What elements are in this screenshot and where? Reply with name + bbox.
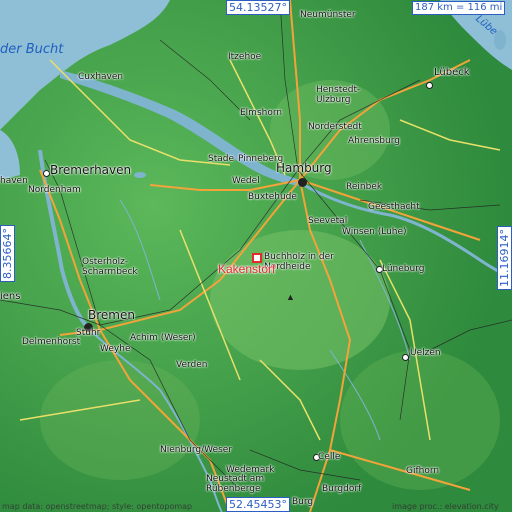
image-proc-credit: image proc.: elevation.city xyxy=(392,502,499,511)
right-longitude-label: 11.16914° xyxy=(497,226,512,290)
place-bremen-west: iens xyxy=(0,291,21,302)
place-seevetal: Seevetal xyxy=(308,216,348,226)
place-bremen: Bremen xyxy=(88,308,135,322)
place-stade: Stade xyxy=(208,154,235,164)
scale-bar-label: 187 km = 116 mi xyxy=(412,1,506,15)
place-winsen: Winsen (Luhe) xyxy=(342,227,407,237)
hamburg-dot xyxy=(298,178,307,187)
peak-icon: ▲ xyxy=(286,292,295,302)
place-elmshorn: Elmshorn xyxy=(240,108,283,118)
place-weyhe: Weyhe xyxy=(100,344,131,354)
uelzen-dot xyxy=(402,354,409,361)
place-delmenhorst: Delmenhorst xyxy=(22,337,81,347)
place-henstedt: Henstedt- Ulzburg xyxy=(316,85,361,105)
place-neustadt: Neustadt am Rübenberge xyxy=(206,474,265,494)
place-hamburg: Hamburg xyxy=(276,161,332,175)
place-osterholz: Osterholz- Scharmbeck xyxy=(82,257,138,277)
bremerhaven-dot xyxy=(43,170,50,177)
place-reinbek: Reinbek xyxy=(346,182,383,192)
place-burg: Burg xyxy=(292,497,314,507)
place-norderstedt: Norderstedt xyxy=(308,122,362,132)
place-luebeck: Lübeck xyxy=(434,67,470,78)
map-data-credit: map data: openstreetmap; style: opentopo… xyxy=(2,502,193,511)
bay-water-label: der Bucht xyxy=(0,42,64,57)
place-geesthacht: Geesthacht xyxy=(368,202,420,212)
place-cuxhaven: Cuxhaven xyxy=(78,72,124,82)
place-itzehoe: Itzehoe xyxy=(228,52,262,62)
place-neumuenster: Neumünster xyxy=(300,10,356,20)
place-nordenham: Nordenham xyxy=(28,185,81,195)
top-latitude-label: 54.13527° xyxy=(226,0,290,15)
place-uelzen: Uelzen xyxy=(410,348,441,358)
target-location-label: Kakenstorf xyxy=(218,262,276,276)
place-ahrensburg: Ahrensburg xyxy=(348,136,400,146)
bottom-latitude-label: 52.45453° xyxy=(226,497,290,512)
place-nienburg: Nienburg/Weser xyxy=(160,445,233,455)
place-achim: Achim (Weser) xyxy=(130,333,196,343)
elevation-map[interactable]: der Bucht Lübe 54.13527° 52.45453° 8.356… xyxy=(0,0,512,512)
place-bremerhaven: Bremerhaven xyxy=(50,163,132,177)
luebeck-dot xyxy=(426,82,433,89)
place-wedel: Wedel xyxy=(232,176,260,186)
place-celle: Celle xyxy=(318,452,341,462)
place-lueneburg: Lüneburg xyxy=(382,264,425,274)
place-buxtehude: Buxtehude xyxy=(248,192,297,202)
left-longitude-label: 8.35664° xyxy=(0,225,15,282)
place-gifhorn: Gifhorn xyxy=(406,466,440,476)
place-burgdorf: Burgdorf xyxy=(322,484,362,494)
place-verden: Verden xyxy=(176,360,208,370)
place-haven: haven xyxy=(0,176,28,186)
